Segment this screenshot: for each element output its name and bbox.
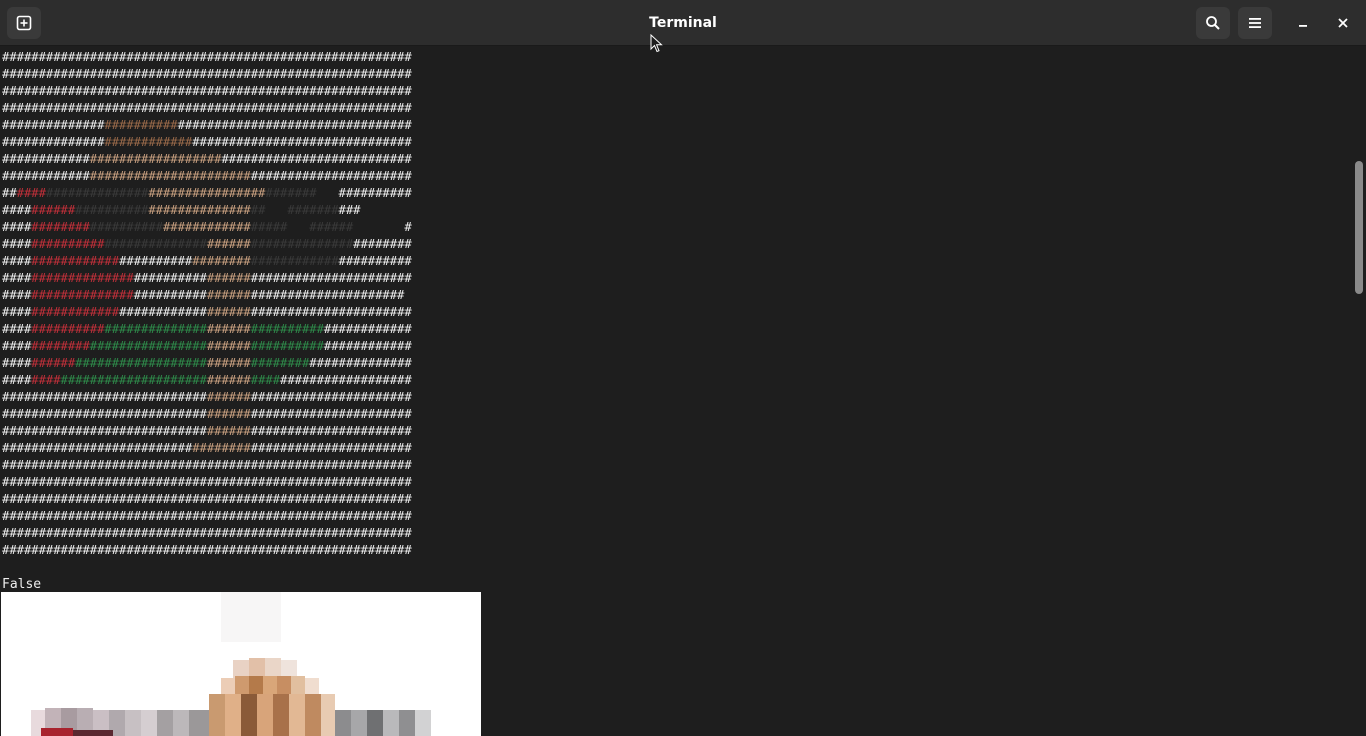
terminal-window: Terminal ###############################… [0,0,1366,736]
ascii-art-row: ########################################… [2,101,412,115]
ascii-art-row: ########################################… [2,424,412,438]
ascii-art-row: ########################################… [2,186,412,200]
ascii-art-row: ########################################… [2,407,412,421]
minimize-icon [1299,25,1307,27]
scrollbar-track[interactable] [1350,47,1366,736]
ascii-art-row: ########################################… [2,84,412,98]
ascii-art-row: ########################################… [2,475,412,489]
ascii-art-row: ########################################… [2,373,412,387]
output-line-false: False [2,577,42,592]
ascii-art-row: ########################################… [2,492,412,506]
ascii-art-row: ########################################… [2,169,412,183]
ascii-art-row: ########################################… [2,509,412,523]
search-button[interactable] [1196,7,1230,39]
ascii-art-row: ########################################… [2,356,412,370]
new-tab-icon [16,15,32,31]
headerbar: Terminal [0,0,1366,46]
ascii-art-row: ########################################… [2,322,412,336]
pixelated-image [1,592,481,736]
minimize-button[interactable] [1291,11,1315,35]
ascii-art-row: ########################################… [2,441,412,455]
terminal-output[interactable]: ########################################… [0,47,1348,736]
scrollbar-thumb[interactable] [1355,161,1363,294]
ascii-art-row: ########################################… [2,339,412,353]
ascii-art-row: #################################### ###… [2,203,412,217]
ascii-art-row: ########################################… [2,543,412,557]
search-icon [1206,16,1220,30]
window-title: Terminal [649,15,717,31]
ascii-art-row: ########################################… [2,288,405,302]
close-icon [1338,18,1348,28]
hamburger-menu-icon [1249,18,1261,28]
ascii-art-row: ########################################… [2,152,412,166]
ascii-art-row: ########################################… [2,271,412,285]
rendered-image-preview [1,592,481,736]
ascii-art-row: ########################################… [2,118,412,132]
ascii-art-row: ########################################… [2,50,412,64]
close-button[interactable] [1331,11,1355,35]
ascii-art-row: ########################################… [2,305,412,319]
main-menu-button[interactable] [1238,7,1272,39]
new-tab-button[interactable] [7,7,41,39]
ascii-art-row: ####################################### … [2,220,412,234]
ascii-art-row: ########################################… [2,526,412,540]
ascii-art-row: ########################################… [2,135,412,149]
ascii-art-row: ########################################… [2,237,412,251]
ascii-art-row: ########################################… [2,458,412,472]
ascii-art-row: ########################################… [2,390,412,404]
ascii-art-row: ########################################… [2,67,412,81]
ascii-art-row: ########################################… [2,254,412,268]
ascii-art-output: ########################################… [2,49,412,559]
